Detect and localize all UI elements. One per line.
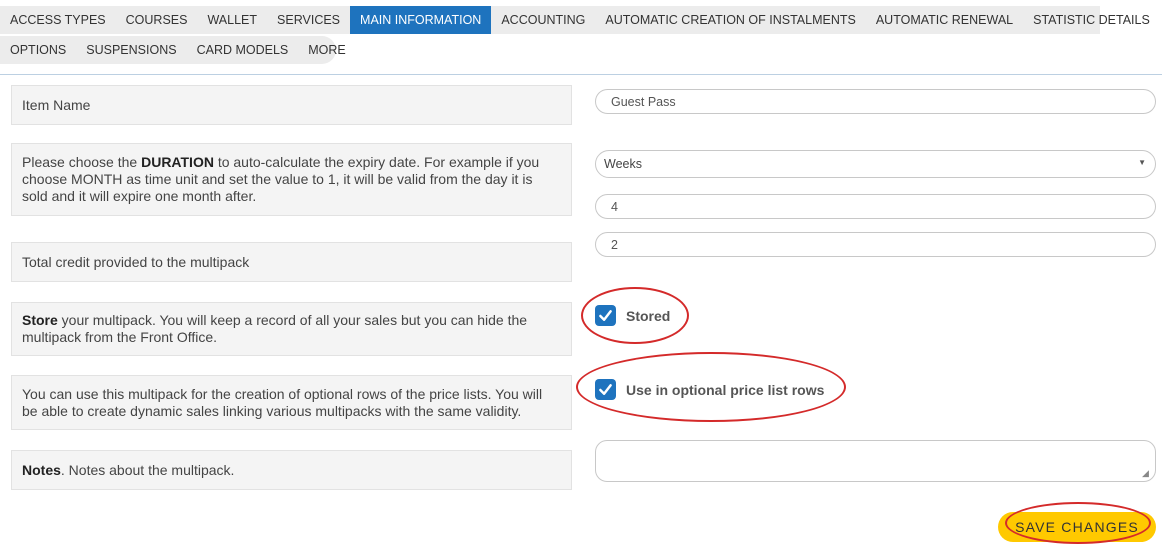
chevron-down-icon: ▼ [1138,158,1146,167]
item-name-label-box: Item Name [11,85,572,125]
tab-wallet[interactable]: WALLET [197,6,267,34]
optional-rows-checkbox-label: Use in optional price list rows [626,381,825,398]
optional-rows-description: You can use this multipack for the creat… [11,375,572,430]
tab-more[interactable]: MORE [298,36,356,64]
tab-options[interactable]: OPTIONS [0,36,76,64]
notes-keyword: Notes [22,461,61,478]
tab-automatic-renewal[interactable]: AUTOMATIC RENEWAL [866,6,1023,34]
checkmark-icon [599,384,612,395]
tab-card-models[interactable]: CARD MODELS [187,36,299,64]
stored-checkbox-row[interactable]: Stored [595,305,670,326]
tab-accounting[interactable]: ACCOUNTING [491,6,595,34]
tab-services[interactable]: SERVICES [267,6,350,34]
tab-main-information[interactable]: MAIN INFORMATION [350,6,492,34]
divider [0,74,1162,75]
store-keyword: Store [22,312,58,328]
tab-suspensions[interactable]: SUSPENSIONS [76,36,186,64]
item-name-input[interactable] [595,89,1156,114]
notes-text: Notes. Notes about the multipack. [22,462,234,479]
duration-text-before: Please choose the [22,154,142,170]
item-name-label: Item Name [22,96,91,113]
credit-label-box: Total credit provided to the multipack [11,242,572,282]
resize-grip-icon[interactable]: ◢ [1142,469,1152,479]
duration-value-input[interactable] [595,194,1156,219]
store-text-after: your multipack. You will keep a record o… [22,312,528,345]
duration-description: Please choose the DURATION to auto-calcu… [11,143,572,216]
stored-checkbox-label: Stored [626,307,671,324]
tab-access-types[interactable]: ACCESS TYPES [0,6,116,34]
credit-label: Total credit provided to the multipack [22,253,250,270]
notes-textarea[interactable] [595,440,1156,482]
optional-rows-checkbox[interactable] [595,379,616,400]
notes-label-box: Notes. Notes about the multipack. [11,450,572,490]
stored-checkbox[interactable] [595,305,616,326]
save-changes-button[interactable]: SAVE CHANGES [998,512,1156,542]
credit-input[interactable] [595,232,1156,257]
duration-keyword: DURATION [141,154,214,170]
notes-text-after: . Notes about the multipack. [60,461,235,478]
tab-courses[interactable]: COURSES [116,6,198,34]
optional-rows-text: You can use this multipack for the creat… [22,385,543,419]
duration-text: Please choose the DURATION to auto-calcu… [22,154,561,205]
duration-unit-value: Weeks [604,157,642,171]
tab-automatic-creation-of-instalments[interactable]: AUTOMATIC CREATION OF INSTALMENTS [595,6,865,34]
tab-statistic-details[interactable]: STATISTIC DETAILS [1023,6,1160,34]
store-text: Store your multipack. You will keep a re… [22,312,561,346]
optional-rows-checkbox-row[interactable]: Use in optional price list rows [595,379,824,400]
tabs-row-primary: ACCESS TYPES COURSES WALLET SERVICES MAIN IN… [0,6,1150,34]
tabs-row-secondary: OPTIONS SUSPENSIONS CARD MODELS MORE [0,36,346,64]
duration-unit-select[interactable]: Weeks ▼ [595,150,1156,178]
checkmark-icon [599,310,612,321]
store-description: Store your multipack. You will keep a re… [11,302,572,356]
